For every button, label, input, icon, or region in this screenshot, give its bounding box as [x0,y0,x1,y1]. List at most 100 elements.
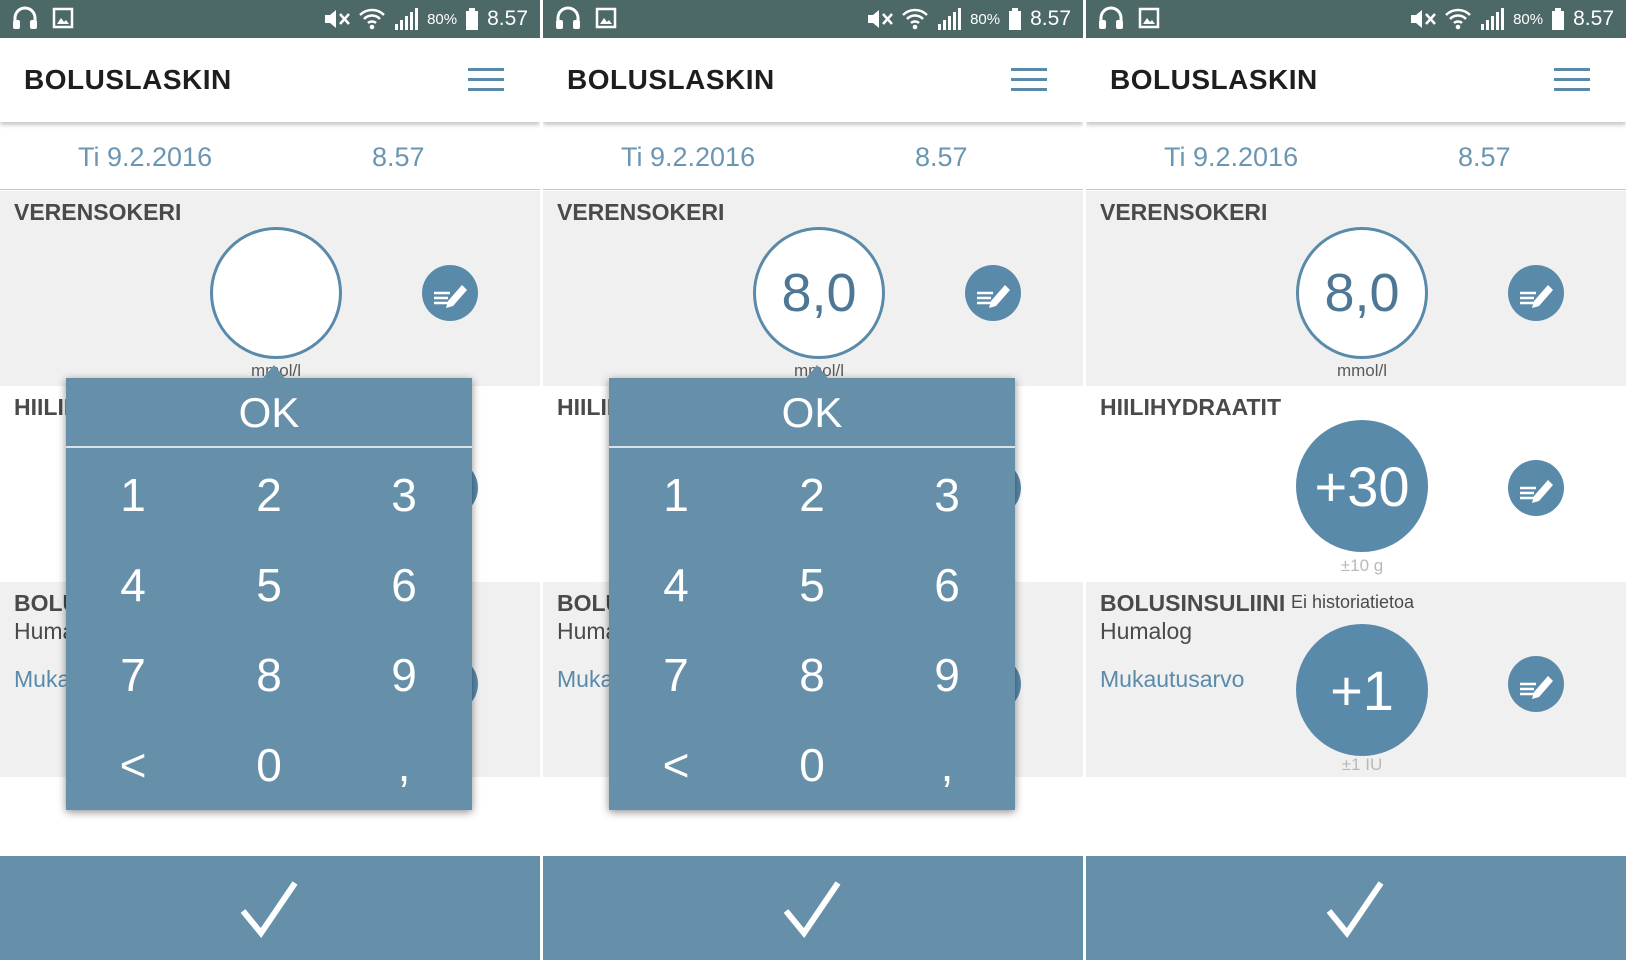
battery-percent: 80% [970,10,1001,28]
blood-sugar-section: VERENSOKERI mmol/l [0,191,540,386]
key-3[interactable]: 3 [344,450,464,540]
menu-icon[interactable] [468,68,504,92]
headphones-icon [556,6,580,29]
blood-sugar-label: VERENSOKERI [1100,199,1268,225]
phone-screen-1: 80% 8.57 BOLUSLASKIN Ti 9.2.2016 8.57 VE… [0,0,540,960]
keypad-ok-button[interactable]: OK [609,378,1015,448]
mute-icon [868,10,894,28]
carbs-section: HIILIHYDRAATIT +30 ±10 g [1086,386,1626,581]
headphones-icon [1099,6,1123,29]
key-4[interactable]: 4 [73,540,193,630]
key-comma[interactable]: , [887,720,1007,810]
key-7[interactable]: 7 [616,630,736,720]
checkmark-icon [1326,881,1384,939]
key-2[interactable]: 2 [209,450,329,540]
blood-sugar-value-circle[interactable]: 8,0 [753,227,885,359]
key-6[interactable]: 6 [344,540,464,630]
date-bar: Ti 9.2.2016 8.57 [1086,122,1626,190]
status-bar: 80% 8.57 [1086,0,1626,38]
key-backspace[interactable]: < [73,720,193,810]
date-bar: Ti 9.2.2016 8.57 [543,122,1083,190]
wifi-icon [359,8,385,30]
mute-icon [325,10,351,28]
date-label[interactable]: Ti 9.2.2016 [621,142,755,173]
key-2[interactable]: 2 [752,450,872,540]
date-label[interactable]: Ti 9.2.2016 [78,142,212,173]
key-comma[interactable]: , [344,720,464,810]
keypad-pointer [806,365,828,378]
edit-icon [1520,285,1553,308]
number-keypad: OK 1 2 3 4 5 6 7 8 9 < 0 , [609,365,1015,810]
adjustment-value-link[interactable]: Mukautusarvo [1100,666,1244,693]
battery-icon [466,8,479,30]
key-5[interactable]: 5 [752,540,872,630]
insulin-unit: ±1 IU [1341,755,1383,774]
key-backspace[interactable]: < [616,720,736,810]
menu-icon[interactable] [1554,68,1590,92]
blood-sugar-value-circle[interactable] [210,227,342,359]
blood-sugar-value-circle[interactable]: 8,0 [1296,227,1428,359]
status-bar: 80% 8.57 [0,0,540,38]
key-9[interactable]: 9 [344,630,464,720]
time-label[interactable]: 8.57 [1458,142,1511,173]
confirm-button[interactable] [543,856,1083,960]
image-icon [52,7,74,29]
edit-insulin-button[interactable] [1508,656,1564,712]
keypad-pointer [263,365,285,378]
checkmark-icon [783,881,841,939]
edit-blood-sugar-button[interactable] [965,265,1021,321]
key-0[interactable]: 0 [752,720,872,810]
checkmark-icon [240,881,298,939]
key-1[interactable]: 1 [616,450,736,540]
keypad-ok-button[interactable]: OK [66,378,472,448]
key-5[interactable]: 5 [209,540,329,630]
image-icon [1138,7,1160,29]
phone-screen-3: 80% 8.57 BOLUSLASKIN Ti 9.2.2016 8.57 VE… [1086,0,1626,960]
insulin-value-circle[interactable]: +1 [1296,624,1428,756]
no-history-label: Ei historiatietoa [1291,592,1415,612]
time-label[interactable]: 8.57 [915,142,968,173]
blood-sugar-unit: mmol/l [1336,361,1388,380]
insulin-section: BOLUSINSULIINI Humalog Mukautusarvo Ei h… [1086,582,1626,777]
key-4[interactable]: 4 [616,540,736,630]
app-bar: BOLUSLASKIN [543,38,1083,122]
signal-icon [938,8,962,30]
blood-sugar-label: VERENSOKERI [557,199,725,225]
confirm-button[interactable] [0,856,540,960]
wifi-icon [902,8,928,30]
key-1[interactable]: 1 [73,450,193,540]
time-label[interactable]: 8.57 [372,142,425,173]
key-3[interactable]: 3 [887,450,1007,540]
edit-icon [1520,676,1553,699]
battery-percent: 80% [1513,10,1544,28]
insulin-label: BOLUSINSULIINI [1100,590,1286,616]
blood-sugar-section: VERENSOKERI 8,0 mmol/l [543,191,1083,386]
key-0[interactable]: 0 [209,720,329,810]
status-bar: 80% 8.57 [543,0,1083,38]
confirm-button[interactable] [1086,856,1626,960]
app-bar: BOLUSLASKIN [1086,38,1626,122]
wifi-icon [1445,8,1471,30]
edit-blood-sugar-button[interactable] [422,265,478,321]
status-time: 8.57 [1573,7,1614,30]
edit-carbs-button[interactable] [1508,460,1564,516]
app-title: BOLUSLASKIN [24,64,232,95]
key-6[interactable]: 6 [887,540,1007,630]
key-8[interactable]: 8 [752,630,872,720]
signal-icon [1481,8,1505,30]
edit-icon [977,285,1010,308]
date-label[interactable]: Ti 9.2.2016 [1164,142,1298,173]
key-8[interactable]: 8 [209,630,329,720]
app-title: BOLUSLASKIN [1110,64,1318,95]
edit-blood-sugar-button[interactable] [1508,265,1564,321]
battery-icon [1009,8,1022,30]
mute-icon [1411,10,1437,28]
carbs-value-circle[interactable]: +30 [1296,420,1428,552]
blood-sugar-label: VERENSOKERI [14,199,182,225]
carbs-label: HIILIHYDRAATIT [1100,394,1282,420]
key-9[interactable]: 9 [887,630,1007,720]
menu-icon[interactable] [1011,68,1047,92]
carbs-unit: ±10 g [1340,556,1384,575]
edit-icon [1520,480,1553,503]
key-7[interactable]: 7 [73,630,193,720]
